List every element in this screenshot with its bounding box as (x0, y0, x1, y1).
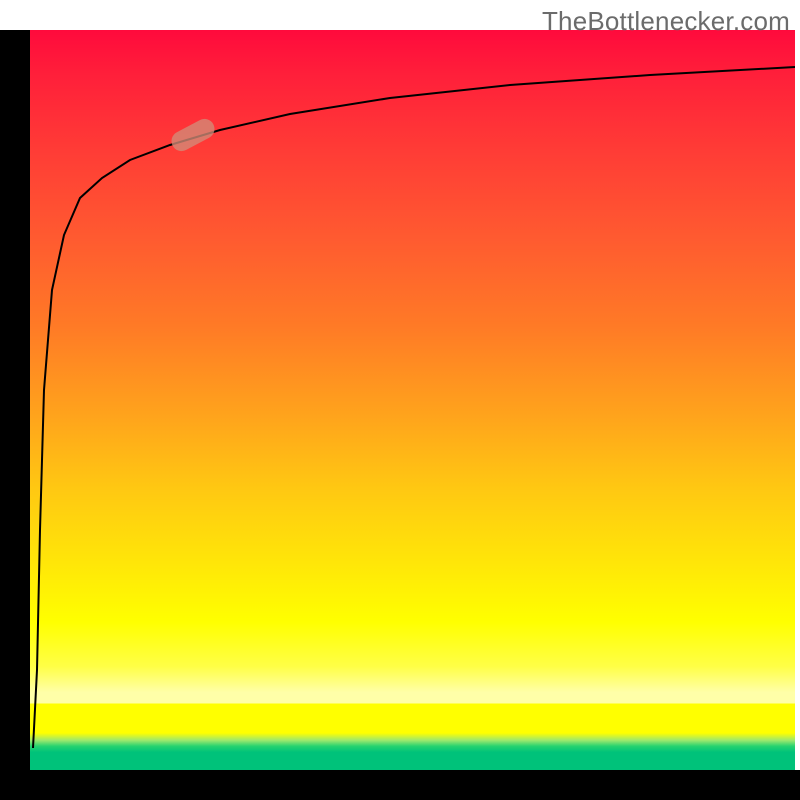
chart-frame: TheBottlenecker.com (0, 0, 800, 800)
bottleneck-curve-path (33, 67, 795, 748)
curve-layer (30, 30, 795, 770)
watermark-text: TheBottlenecker.com (542, 6, 790, 37)
y-axis-bar (0, 30, 30, 770)
x-axis-bar (0, 770, 800, 800)
